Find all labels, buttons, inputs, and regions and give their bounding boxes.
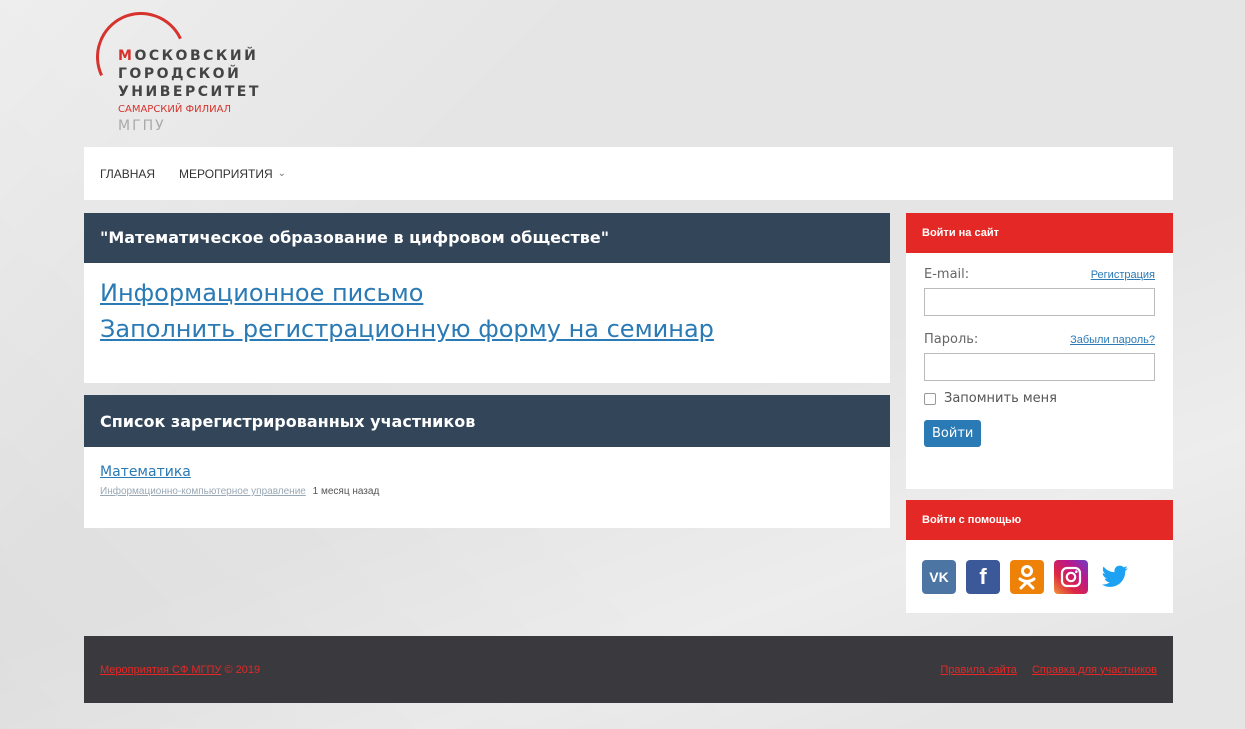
event-title: "Математическое образование в цифровом о… — [84, 213, 890, 263]
instagram-icon[interactable] — [1054, 560, 1088, 594]
nav-item-events[interactable]: МЕРОПРИЯТИЯ ⌄ — [179, 167, 286, 181]
social-login-panel: Войти с помощью VK f — [906, 500, 1173, 613]
info-letter-link[interactable]: Информационное письмо — [100, 275, 874, 311]
logo-line-2: ГОРОДСКОЙ — [118, 66, 242, 82]
logo-line-5: МГПУ — [118, 118, 166, 134]
forgot-password-link[interactable]: Забыли пароль? — [1070, 334, 1155, 346]
register-link[interactable]: Регистрация — [1091, 269, 1155, 281]
logo-line-1: МОСКОВСКИЙ — [118, 48, 259, 64]
login-header: Войти на сайт — [906, 213, 1173, 253]
participant-meta: Информационно-компьютерное управление 1 … — [100, 486, 874, 497]
remember-label: Запомнить меня — [944, 391, 1058, 406]
copyright-text: © 2019 — [221, 663, 261, 676]
remember-row: Запомнить меня — [924, 391, 1155, 406]
chevron-down-icon: ⌄ — [277, 168, 287, 179]
rules-link[interactable]: Правила сайта — [940, 664, 1017, 676]
odnoklassniki-glyph — [1018, 565, 1036, 590]
social-header: Войти с помощью — [906, 500, 1173, 540]
twitter-glyph — [1101, 565, 1128, 587]
help-link[interactable]: Справка для участников — [1032, 664, 1157, 676]
social-icons: VK f — [906, 540, 1173, 594]
logo-line-3: УНИВЕРСИТЕТ — [118, 84, 261, 100]
site-logo[interactable]: МОСКОВСКИЙ ГОРОДСКОЙ УНИВЕРСИТЕТ САМАРСК… — [83, 0, 276, 142]
password-label: Пароль: — [924, 332, 979, 347]
participants-panel: Список зарегистрированных участников Мат… — [84, 395, 890, 528]
email-label: E-mail: — [924, 267, 970, 282]
password-row: Пароль: Забыли пароль? — [924, 332, 1155, 347]
nav-item-events-label: МЕРОПРИЯТИЯ — [179, 166, 273, 181]
category-link[interactable]: Информационно-компьютерное управление — [100, 486, 306, 497]
twitter-icon[interactable] — [1098, 560, 1132, 594]
main-nav: ГЛАВНАЯ МЕРОПРИЯТИЯ ⌄ — [84, 147, 1173, 200]
login-button[interactable]: Войти — [924, 420, 982, 447]
participants-title: Список зарегистрированных участников — [84, 395, 890, 447]
vk-icon[interactable]: VK — [922, 560, 956, 594]
timestamp: 1 месяц назад — [312, 486, 380, 497]
footer-site-link[interactable]: Мероприятия СФ МГПУ — [100, 664, 221, 676]
odnoklassniki-icon[interactable] — [1010, 560, 1044, 594]
logo-line-4: САМАРСКИЙ ФИЛИАЛ — [118, 104, 231, 115]
nav-item-home[interactable]: ГЛАВНАЯ — [100, 167, 155, 181]
login-panel: Войти на сайт E-mail: Регистрация Пароль… — [906, 213, 1173, 489]
event-links: Информационное письмо Заполнить регистра… — [84, 263, 890, 359]
remember-checkbox[interactable] — [924, 392, 936, 405]
facebook-icon[interactable]: f — [966, 560, 1000, 594]
event-panel: "Математическое образование в цифровом о… — [84, 213, 890, 383]
login-form: E-mail: Регистрация Пароль: Забыли парол… — [906, 253, 1173, 447]
password-field[interactable] — [924, 353, 1155, 381]
footer-copyright: Мероприятия СФ МГПУ © 2019 — [100, 664, 260, 676]
instagram-glyph — [1060, 566, 1082, 588]
email-field[interactable] — [924, 288, 1155, 316]
registration-form-link[interactable]: Заполнить регистрационную форму на семин… — [100, 311, 874, 347]
participant-item-link[interactable]: Математика — [100, 464, 191, 480]
footer: Мероприятия СФ МГПУ © 2019 Правила сайта… — [84, 636, 1173, 703]
list-item: Математика Информационно-компьютерное уп… — [84, 447, 890, 511]
footer-links: Правила сайта Справка для участников — [928, 664, 1157, 676]
email-row: E-mail: Регистрация — [924, 267, 1155, 282]
